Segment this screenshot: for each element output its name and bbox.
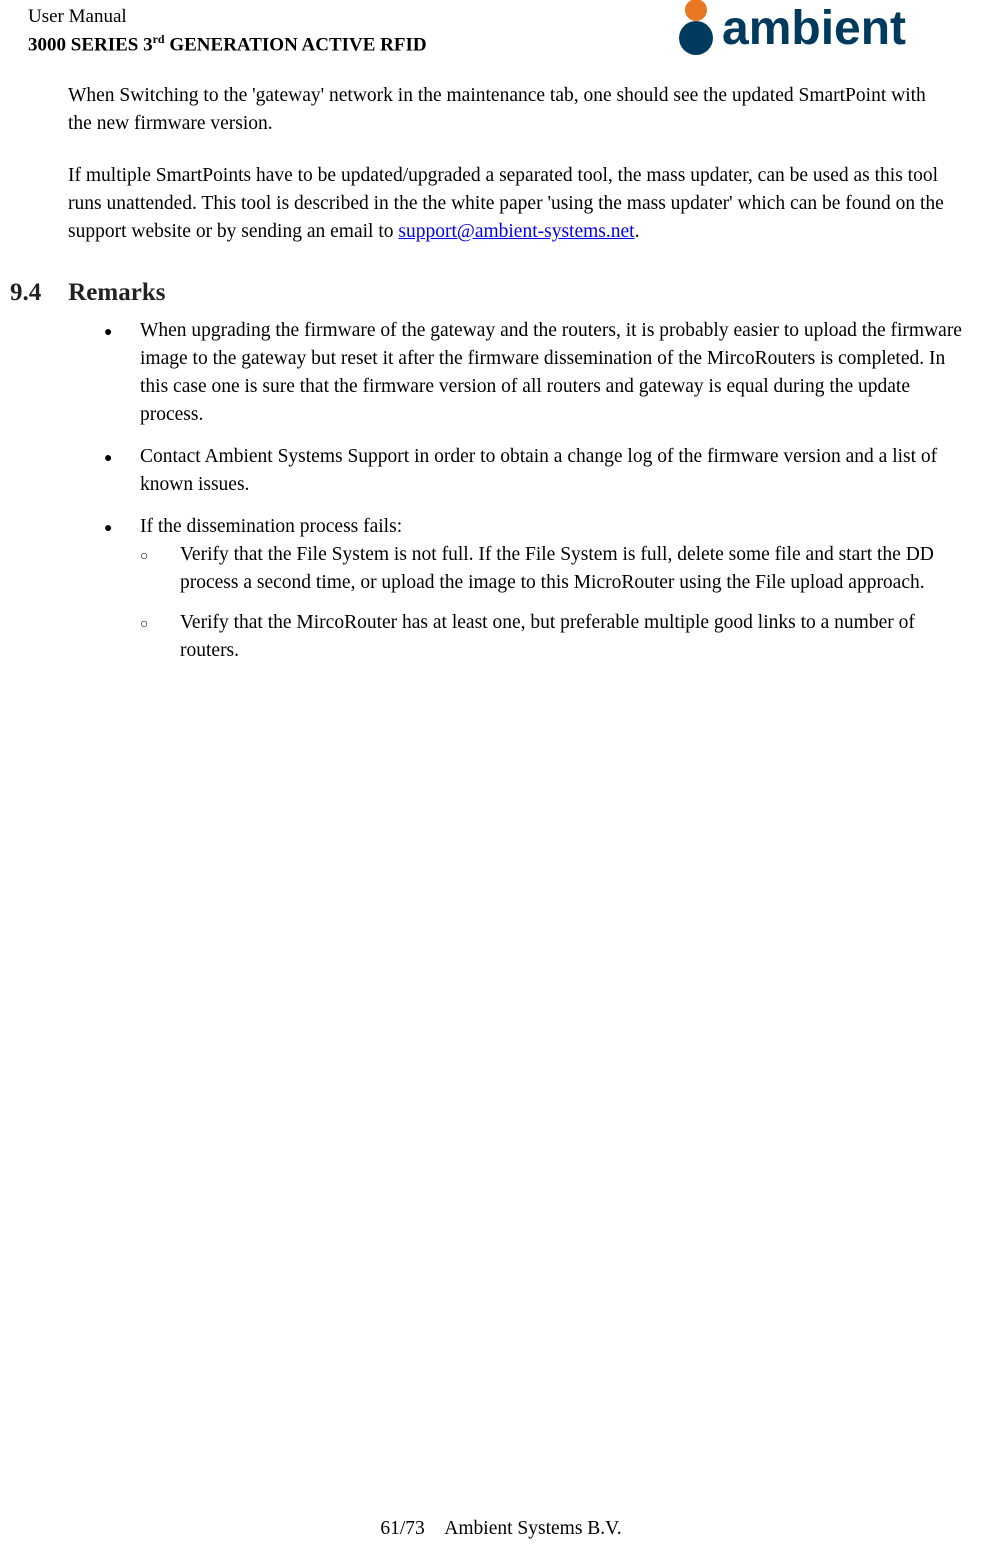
section-number: 9.4 bbox=[10, 279, 62, 307]
footer-company: Ambient Systems B.V. bbox=[444, 1518, 621, 1539]
page-footer: 61/73 Ambient Systems B.V. bbox=[0, 1518, 1002, 1540]
section-heading: 9.4 Remarks bbox=[10, 279, 165, 307]
body-text: When Switching to the 'gateway' network … bbox=[68, 82, 947, 270]
header-line2-prefix: 3000 SERIES 3 bbox=[28, 34, 153, 55]
sub-bullet-item: Verify that the MircoRouter has at least… bbox=[140, 609, 977, 665]
sub-bullet-text: Verify that the File System is not full.… bbox=[180, 544, 934, 593]
header-line2-suffix: GENERATION ACTIVE RFID bbox=[165, 34, 427, 55]
logo-text: ambient bbox=[722, 2, 906, 55]
sub-bullet-list: Verify that the File System is not full.… bbox=[140, 541, 977, 665]
header-line-2: 3000 SERIES 3rd GENERATION ACTIVE RFID bbox=[28, 28, 427, 56]
support-email-link[interactable]: support@ambient-systems.net bbox=[398, 221, 634, 242]
bullet-text: When upgrading the firmware of the gatew… bbox=[140, 320, 962, 425]
sub-bullet-text: Verify that the MircoRouter has at least… bbox=[180, 612, 915, 661]
page-header: User Manual 3000 SERIES 3rd GENERATION A… bbox=[28, 6, 974, 66]
bullet-item: Contact Ambient Systems Support in order… bbox=[104, 443, 977, 499]
section-title: Remarks bbox=[68, 279, 165, 306]
bullet-item: If the dissemination process fails: Veri… bbox=[104, 513, 977, 665]
bullet-item: When upgrading the firmware of the gatew… bbox=[104, 317, 977, 429]
bullet-text: Contact Ambient Systems Support in order… bbox=[140, 446, 937, 495]
header-line2-sup: rd bbox=[153, 32, 165, 46]
page: User Manual 3000 SERIES 3rd GENERATION A… bbox=[0, 0, 1002, 1552]
paragraph-1: When Switching to the 'gateway' network … bbox=[68, 82, 947, 138]
header-title-block: User Manual 3000 SERIES 3rd GENERATION A… bbox=[28, 6, 427, 56]
page-number: 61/73 bbox=[380, 1518, 424, 1539]
ambient-logo: ambient bbox=[674, 0, 974, 64]
remarks-list: When upgrading the firmware of the gatew… bbox=[104, 317, 977, 679]
header-line-1: User Manual bbox=[28, 6, 427, 28]
sub-bullet-item: Verify that the File System is not full.… bbox=[140, 541, 977, 597]
paragraph-2: If multiple SmartPoints have to be updat… bbox=[68, 162, 947, 246]
p2-text-b: . bbox=[635, 221, 640, 242]
bullet-text: If the dissemination process fails: bbox=[140, 516, 402, 537]
